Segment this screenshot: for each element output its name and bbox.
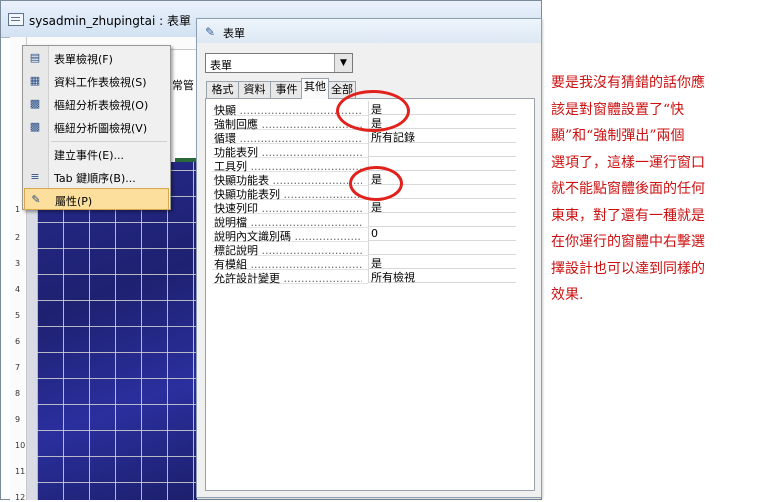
menu-item-label: 資料工作表檢視(S) xyxy=(54,76,147,89)
menu-item-pivot-chart-view[interactable]: ▩ 樞紐分析圖檢視(V) xyxy=(24,116,169,138)
property-row-menu-bar[interactable]: 功能表列 xyxy=(212,143,522,159)
menu-item-properties[interactable]: ✎ 屬性(P) xyxy=(24,188,169,210)
property-sheet-title: 表單 xyxy=(223,27,245,40)
ruler-number: 5 xyxy=(15,311,21,320)
menu-item-build-event[interactable]: 建立事件(E)... xyxy=(24,143,169,165)
highlight-circle xyxy=(349,166,403,201)
menu-item-label: 樞紐分析表檢視(O) xyxy=(54,99,149,112)
chevron-down-icon[interactable]: ▼ xyxy=(334,54,352,72)
property-row-fast-print[interactable]: 快速列印 是 xyxy=(212,199,522,215)
highlight-circle xyxy=(336,90,410,132)
menu-item-form-view[interactable]: ▤ 表單檢視(F) xyxy=(24,47,169,69)
menu-item-tab-order[interactable]: ≡ Tab 鍵順序(B)... xyxy=(24,166,169,188)
annotation-text: 要是我沒有猜錯的話你應 該是對窗體設置了“快 顯”和“強制彈出”兩個 選項了，這… xyxy=(551,70,741,309)
menu-item-label: Tab 鍵順序(B)... xyxy=(54,172,136,185)
property-value[interactable]: 所有記錄 xyxy=(368,129,516,144)
object-selector[interactable]: 表單 ▼ xyxy=(205,53,353,73)
ruler-number: 9 xyxy=(15,415,21,424)
menu-item-label: 屬性(P) xyxy=(55,195,93,208)
annotation-line: 擇設計也可以達到同樣的 xyxy=(551,260,705,277)
form-design-surface[interactable] xyxy=(27,162,197,500)
property-row-allow-design-changes[interactable]: 允許設計變更 所有檢視 xyxy=(212,269,522,286)
annotation-line: 效果. xyxy=(551,287,584,303)
annotation-line: 要是我沒有猜錯的話你應 xyxy=(551,75,705,91)
menu-item-label: 表單檢視(F) xyxy=(54,53,113,66)
property-row-tag[interactable]: 標記說明 xyxy=(212,241,522,257)
ruler-number: 11 xyxy=(15,467,26,476)
datasheet-icon: ▦ xyxy=(29,74,41,87)
tab-data[interactable]: 資料 xyxy=(238,81,271,98)
property-sheet-titlebar[interactable]: ✎ 表單 xyxy=(197,19,541,43)
property-value[interactable] xyxy=(368,143,516,157)
menu-separator xyxy=(51,141,167,142)
form-view-icon: ▤ xyxy=(29,51,41,64)
form-section-label: 常管 xyxy=(172,79,194,92)
ruler-number: 7 xyxy=(15,363,21,372)
property-sheet-icon: ✎ xyxy=(205,25,216,39)
property-list: 快顯 是 強制回應 是 循環 所有記錄 功能表列 工具列 快顯功能表 是 xyxy=(205,98,535,491)
property-value[interactable] xyxy=(368,213,516,227)
property-name: 允許設計變更 xyxy=(214,270,362,286)
tab-event[interactable]: 事件 xyxy=(270,81,303,98)
ruler-number: 3 xyxy=(15,259,21,268)
ruler-number: 10 xyxy=(15,441,26,450)
annotation-line: 顯”和“強制彈出”兩個 xyxy=(551,128,685,144)
pivot-table-icon: ▩ xyxy=(29,97,41,110)
property-value[interactable] xyxy=(368,241,516,255)
tab-format[interactable]: 格式 xyxy=(206,81,239,98)
annotation-line: 選項了，這樣一運行窗口 xyxy=(551,154,705,171)
tab-other[interactable]: 其他 xyxy=(301,78,329,99)
property-row-help-file[interactable]: 說明檔 xyxy=(212,213,522,229)
annotation-line: 就不能點窗體後面的任何 xyxy=(551,181,705,197)
menu-item-label: 樞紐分析圖檢視(V) xyxy=(54,122,148,135)
ruler-number: 4 xyxy=(15,285,21,294)
design-grid xyxy=(27,162,197,500)
record-selector-strip xyxy=(27,162,37,500)
tab-order-icon: ≡ xyxy=(30,170,40,183)
menu-item-pivot-table-view[interactable]: ▩ 樞紐分析表檢視(O) xyxy=(24,93,169,115)
ruler-number: 2 xyxy=(15,233,21,242)
menu-item-datasheet-view[interactable]: ▦ 資料工作表檢視(S) xyxy=(24,70,169,92)
property-row-help-context-id[interactable]: 說明內文識別碼 0 xyxy=(212,227,522,243)
property-value[interactable]: 0 xyxy=(368,227,516,241)
context-menu: ▤ 表單檢視(F) ▦ 資料工作表檢視(S) ▩ 樞紐分析表檢視(O) ▩ 樞紐… xyxy=(22,45,171,210)
ruler-number: 6 xyxy=(15,337,21,346)
property-row-has-module[interactable]: 有模組 是 xyxy=(212,255,522,271)
property-value[interactable]: 所有檢視 xyxy=(368,269,516,284)
annotation-line: 該是對窗體設置了“快 xyxy=(551,101,685,118)
object-selector-value: 表單 xyxy=(210,59,232,72)
pivot-chart-icon: ▩ xyxy=(29,120,41,133)
property-value[interactable]: 是 xyxy=(368,199,516,214)
ruler-number: 12 xyxy=(15,493,26,502)
menu-item-label: 建立事件(E)... xyxy=(54,149,125,162)
property-value[interactable]: 是 xyxy=(368,255,516,270)
form-icon xyxy=(8,13,24,26)
annotation-line: 在你運行的窗體中右擊選 xyxy=(551,234,705,250)
annotation-line: 東東，對了還有一種就是 xyxy=(551,207,705,224)
ruler-number: 1 xyxy=(15,205,21,214)
form-window-title: sysadmin_zhupingtai : 表單 xyxy=(29,14,191,28)
properties-icon: ✎ xyxy=(31,193,41,206)
ruler-number: 8 xyxy=(15,389,21,398)
